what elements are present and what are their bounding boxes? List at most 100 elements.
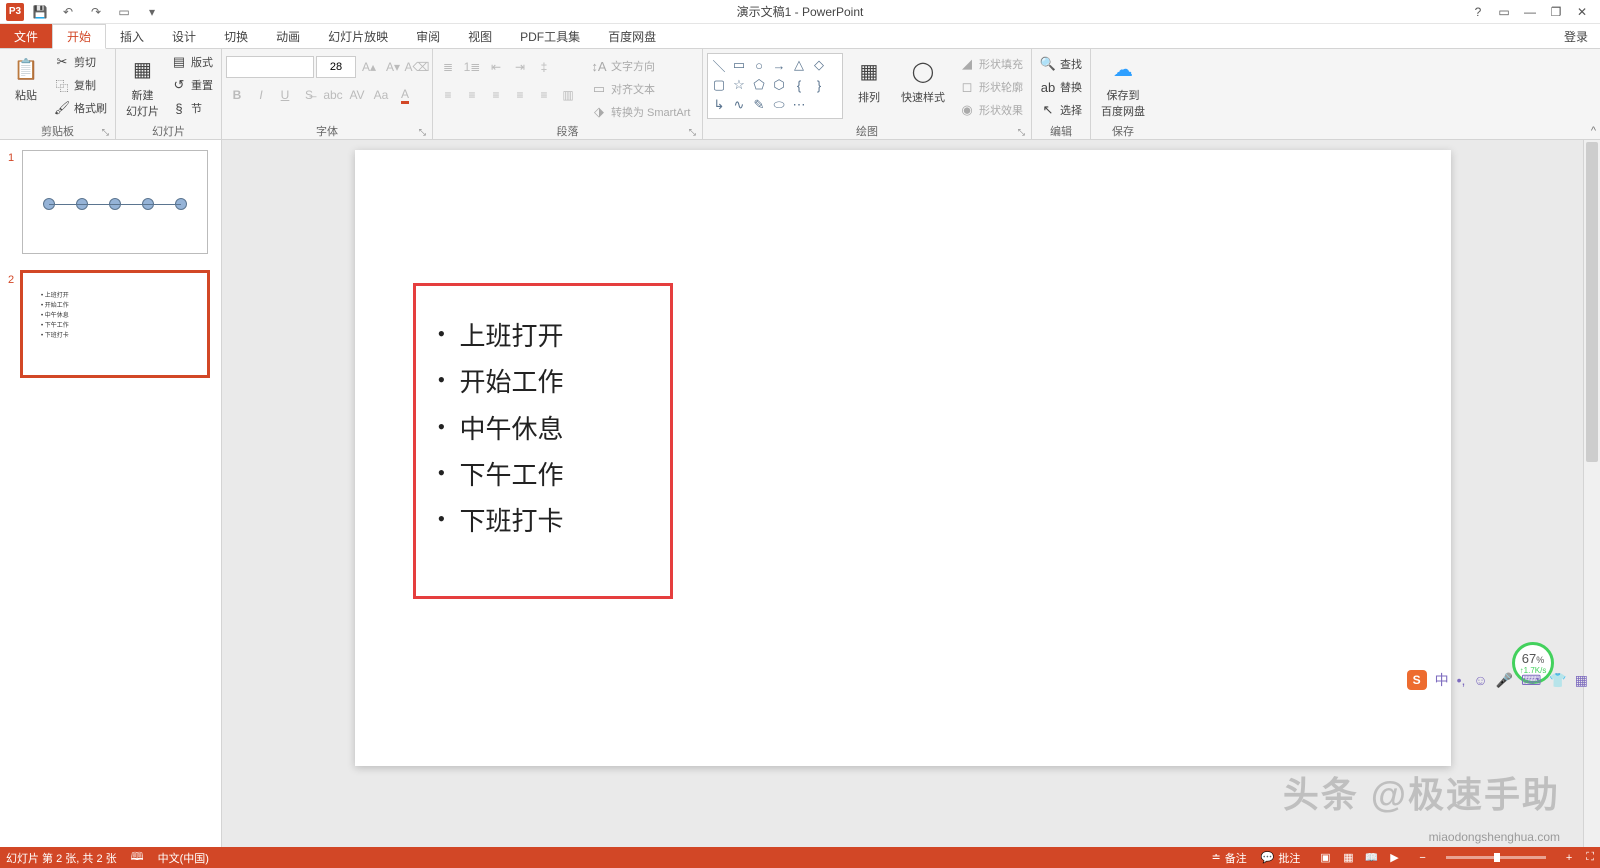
start-from-beginning-icon[interactable]: ▭ xyxy=(112,2,136,22)
shape-roundrect-icon[interactable]: ▢ xyxy=(710,76,728,94)
distribute-button[interactable]: ≡ xyxy=(533,84,555,106)
slide-thumbnail-2[interactable]: • 上班打开 • 开始工作 • 中午休息 • 下午工作 • 下班打卡 xyxy=(22,272,208,376)
strike-button[interactable]: S̶ xyxy=(298,84,320,106)
replace-button[interactable]: ab替换 xyxy=(1036,76,1086,98)
undo-icon[interactable]: ↶ xyxy=(56,2,80,22)
grow-font-button[interactable]: A▴ xyxy=(358,56,380,78)
select-button[interactable]: ↖选择 xyxy=(1036,99,1086,121)
tab-pdf[interactable]: PDF工具集 xyxy=(506,24,594,48)
qat-more-icon[interactable]: ▾ xyxy=(140,2,164,22)
shape-line-icon[interactable]: ＼ xyxy=(710,56,728,74)
shape-curve-icon[interactable]: ∿ xyxy=(730,96,748,114)
shadow-button[interactable]: abc xyxy=(322,84,344,106)
shape-more-icon[interactable]: ⋯ xyxy=(790,96,808,114)
paragraph-launcher[interactable]: ⤡ xyxy=(689,127,696,138)
tab-transitions[interactable]: 切换 xyxy=(210,24,262,48)
find-button[interactable]: 🔍查找 xyxy=(1036,53,1086,75)
quick-styles-button[interactable]: ◯快速样式 xyxy=(895,53,951,107)
shrink-font-button[interactable]: A▾ xyxy=(382,56,404,78)
shape-freeform-icon[interactable]: ✎ xyxy=(750,96,768,114)
tab-slideshow[interactable]: 幻灯片放映 xyxy=(314,24,402,48)
slide-editor[interactable]: 上班打开 开始工作 中午休息 下午工作 下班打卡 xyxy=(222,140,1583,847)
clipboard-launcher[interactable]: ⤡ xyxy=(102,127,109,138)
smartart-button[interactable]: ⬗转换为 SmartArt xyxy=(587,101,694,123)
slide-thumbnail-1[interactable] xyxy=(22,150,208,254)
save-to-baidu-button[interactable]: ☁ 保存到 百度网盘 xyxy=(1095,51,1151,121)
close-button[interactable]: ✕ xyxy=(1570,5,1594,19)
tab-home[interactable]: 开始 xyxy=(52,24,106,49)
fit-window-button[interactable]: ⛶ xyxy=(1586,851,1594,864)
shape-rbrace-icon[interactable]: } xyxy=(810,76,828,94)
new-slide-button[interactable]: ▦ 新建 幻灯片 xyxy=(120,51,165,121)
scroll-thumb[interactable] xyxy=(1586,142,1598,462)
paste-button[interactable]: 📋 粘贴 xyxy=(4,51,48,105)
layout-button[interactable]: ▤版式 xyxy=(167,51,217,73)
copy-button[interactable]: ⿻复制 xyxy=(50,74,111,96)
ribbon-display-button[interactable]: ▭ xyxy=(1492,5,1516,19)
shape-rect-icon[interactable]: ▭ xyxy=(730,56,748,74)
bold-button[interactable]: B xyxy=(226,84,248,106)
list-item[interactable]: 开始工作 xyxy=(432,360,654,406)
maximize-button[interactable]: ❐ xyxy=(1544,5,1568,19)
minimize-button[interactable]: — xyxy=(1518,5,1542,19)
change-case-button[interactable]: Aa xyxy=(370,84,392,106)
ime-mic-button[interactable]: 🎤 xyxy=(1496,672,1513,689)
shape-fill-button[interactable]: ◢形状填充 xyxy=(955,53,1027,75)
tab-file[interactable]: 文件 xyxy=(0,24,52,48)
outdent-button[interactable]: ⇤ xyxy=(485,56,507,78)
tab-animations[interactable]: 动画 xyxy=(262,24,314,48)
list-item[interactable]: 中午休息 xyxy=(432,407,654,453)
tab-review[interactable]: 审阅 xyxy=(402,24,454,48)
clear-format-button[interactable]: A⌫ xyxy=(406,56,428,78)
font-family-select[interactable] xyxy=(226,56,314,78)
shape-star-icon[interactable]: ☆ xyxy=(730,76,748,94)
comments-button[interactable]: 💬 批注 xyxy=(1261,850,1301,866)
sogou-icon[interactable]: S xyxy=(1407,670,1427,690)
font-launcher[interactable]: ⤡ xyxy=(419,127,426,138)
shape-lbrace-icon[interactable]: { xyxy=(790,76,808,94)
shape-arrow-icon[interactable]: → xyxy=(770,56,788,74)
italic-button[interactable]: I xyxy=(250,84,272,106)
align-text-button[interactable]: ▭对齐文本 xyxy=(587,78,694,100)
zoom-slider[interactable] xyxy=(1446,856,1546,859)
ime-zh-button[interactable]: 中 xyxy=(1435,670,1449,690)
redo-icon[interactable]: ↷ xyxy=(84,2,108,22)
shape-pentagon-icon[interactable]: ⬠ xyxy=(750,76,768,94)
zoom-in-button[interactable]: + xyxy=(1566,852,1572,864)
login-link[interactable]: 登录 xyxy=(1552,24,1600,48)
drawing-launcher[interactable]: ⤡ xyxy=(1018,127,1025,138)
list-item[interactable]: 上班打开 xyxy=(432,314,654,360)
shape-oval-icon[interactable]: ○ xyxy=(750,56,768,74)
font-size-select[interactable] xyxy=(316,56,356,78)
list-item[interactable]: 下午工作 xyxy=(432,453,654,499)
spacing-button[interactable]: AV xyxy=(346,84,368,106)
shape-callout-icon[interactable]: ⬭ xyxy=(770,96,788,114)
ime-punct-button[interactable]: •, xyxy=(1457,672,1466,688)
normal-view-button[interactable]: ▣ xyxy=(1314,850,1336,866)
bullets-button[interactable]: ≣ xyxy=(437,56,459,78)
reading-view-button[interactable]: 📖 xyxy=(1360,850,1382,866)
tab-baidu[interactable]: 百度网盘 xyxy=(594,24,670,48)
shape-triangle-icon[interactable]: △ xyxy=(790,56,808,74)
tab-insert[interactable]: 插入 xyxy=(106,24,158,48)
notes-button[interactable]: ≐ 备注 xyxy=(1212,850,1247,866)
save-icon[interactable]: 💾 xyxy=(28,2,52,22)
collapse-ribbon-button[interactable]: ^ xyxy=(1591,125,1596,137)
shape-outline-button[interactable]: ◻形状轮廓 xyxy=(955,76,1027,98)
shapes-gallery[interactable]: ＼ ▭ ○ → △ ◇ ▢ ☆ ⬠ ⬡ { } ↳ ∿ ✎ ⬭ ⋯ xyxy=(707,53,843,119)
sorter-view-button[interactable]: ▦ xyxy=(1337,850,1359,866)
section-button[interactable]: §节 xyxy=(167,97,217,119)
line-spacing-button[interactable]: ‡ xyxy=(533,56,555,78)
numbering-button[interactable]: 1≣ xyxy=(461,56,483,78)
shape-connector-icon[interactable]: ↳ xyxy=(710,96,728,114)
ime-skin-button[interactable]: 👕 xyxy=(1549,672,1566,689)
underline-button[interactable]: U xyxy=(274,84,296,106)
align-right-button[interactable]: ≡ xyxy=(485,84,507,106)
zoom-handle[interactable] xyxy=(1494,853,1500,862)
shape-diamond-icon[interactable]: ◇ xyxy=(810,56,828,74)
help-button[interactable]: ? xyxy=(1466,5,1490,19)
vertical-scrollbar[interactable] xyxy=(1583,140,1600,847)
font-color-button[interactable]: A xyxy=(394,84,416,106)
content-placeholder[interactable]: 上班打开 开始工作 中午休息 下午工作 下班打卡 xyxy=(413,283,673,599)
ime-toolbar[interactable]: S 中 •, ☺ 🎤 ⌨ 👕 ▦ xyxy=(1407,670,1588,690)
